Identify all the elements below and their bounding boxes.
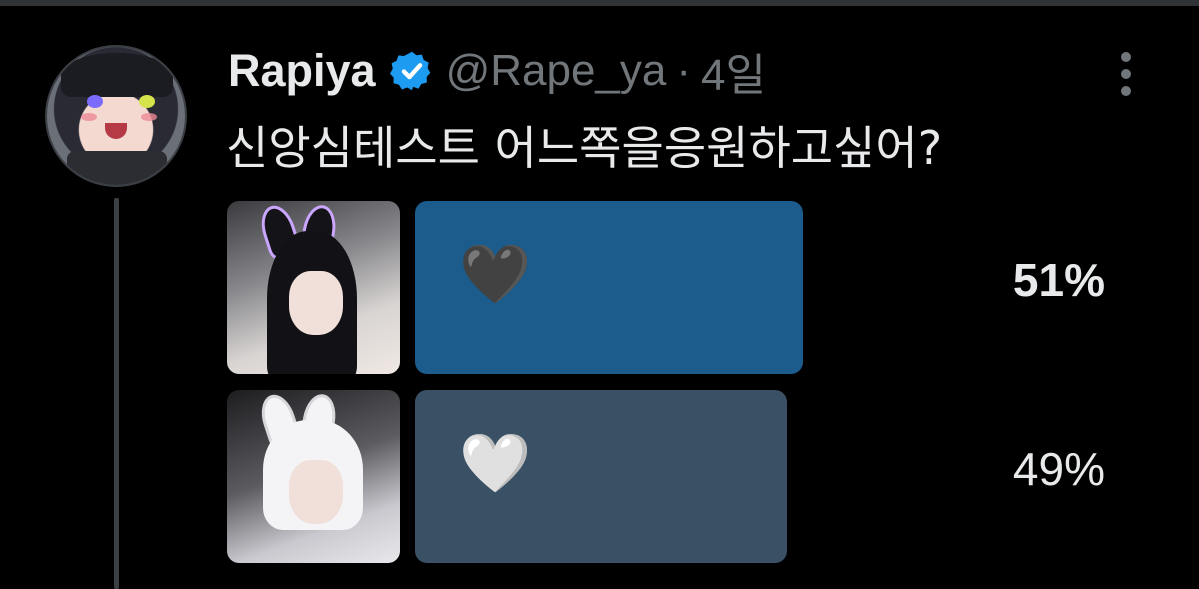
post-timestamp[interactable]: 4일 bbox=[701, 39, 766, 103]
verified-badge-icon[interactable] bbox=[389, 49, 434, 93]
more-options-icon[interactable] bbox=[1114, 52, 1138, 96]
avatar-eye-left bbox=[87, 95, 103, 108]
avatar-blush-left bbox=[81, 113, 97, 121]
more-dot bbox=[1121, 69, 1131, 79]
character-face bbox=[289, 271, 343, 335]
author-avatar[interactable] bbox=[45, 45, 187, 187]
black-heart-icon: 🖤 bbox=[458, 240, 532, 308]
avatar-hair bbox=[61, 53, 173, 97]
avatar-eye-right bbox=[139, 95, 155, 108]
thread-line bbox=[114, 198, 119, 589]
poll-result-bar: 🖤 bbox=[415, 201, 803, 374]
post-header: Rapiya @Rape_ya · 4일 bbox=[228, 38, 766, 104]
avatar-blush-right bbox=[141, 113, 157, 121]
poll-option-1[interactable]: 🖤 51% bbox=[227, 201, 1127, 374]
more-dot bbox=[1121, 52, 1131, 62]
poll-option-image[interactable] bbox=[227, 201, 400, 374]
poll-option-2[interactable]: 🤍 49% bbox=[227, 390, 1127, 563]
avatar-scarf bbox=[67, 151, 167, 185]
author-handle[interactable]: @Rape_ya bbox=[446, 46, 667, 96]
avatar-mouth bbox=[105, 123, 127, 139]
top-divider bbox=[0, 0, 1199, 6]
character-face bbox=[289, 460, 343, 524]
header-separator: · bbox=[676, 46, 692, 95]
poll-result-bar: 🤍 bbox=[415, 390, 787, 563]
white-heart-icon: 🤍 bbox=[459, 429, 532, 497]
post-text: 신앙심테스트 어느쪽을응원하고싶어? bbox=[226, 121, 943, 175]
poll-percent: 51% bbox=[1012, 254, 1105, 306]
more-dot bbox=[1121, 86, 1131, 96]
poll-percent: 49% bbox=[1012, 443, 1105, 495]
poll-option-image[interactable] bbox=[227, 390, 400, 563]
author-name[interactable]: Rapiya bbox=[228, 45, 376, 97]
